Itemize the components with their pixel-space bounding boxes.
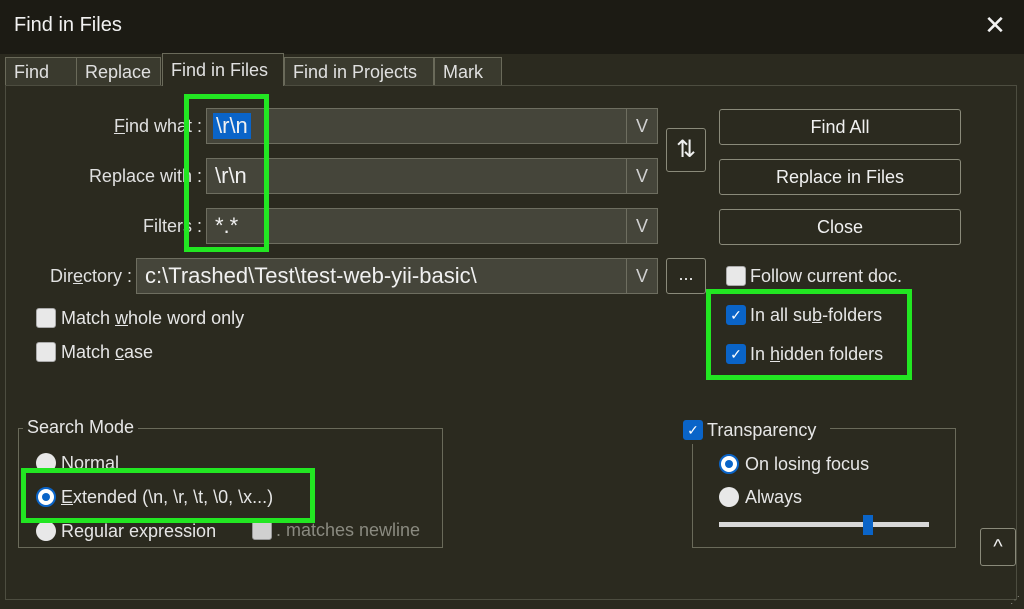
highlight-box-extended [21, 468, 315, 523]
highlight-box-folders [706, 289, 912, 380]
directory-combo[interactable]: c:\Trashed\Test\test-web-yii-basic\ V [136, 258, 658, 294]
close-window-icon[interactable]: ✕ [980, 10, 1010, 40]
highlight-box-fields [184, 94, 269, 252]
search-mode-title: Search Mode [23, 417, 139, 438]
browse-button[interactable]: ... [666, 258, 706, 294]
follow-current-doc-checkbox[interactable] [726, 266, 746, 286]
chevron-down-icon[interactable]: V [626, 109, 657, 143]
match-case-checkbox[interactable] [36, 342, 56, 362]
tab-mark[interactable]: Mark [434, 57, 502, 85]
directory-value: c:\Trashed\Test\test-web-yii-basic\ [145, 263, 477, 288]
matches-newline-label: . matches newline [276, 520, 421, 540]
find-all-button[interactable]: Find All [719, 109, 961, 145]
transparency-label: Transparency [707, 420, 817, 440]
title-bar [0, 0, 1024, 54]
replace-with-combo[interactable]: \r\n V [206, 158, 658, 194]
tab-find[interactable]: Find [5, 57, 77, 85]
filters-combo[interactable]: *.* V [206, 208, 658, 244]
transparency-checkbox[interactable]: ✓ [683, 420, 703, 440]
transparency-slider[interactable] [719, 522, 929, 527]
chevron-down-icon[interactable]: V [626, 259, 657, 293]
chevron-down-icon[interactable]: V [626, 209, 657, 243]
chevron-down-icon[interactable]: V [626, 159, 657, 193]
always-label: Always [745, 487, 803, 507]
close-button[interactable]: Close [719, 209, 961, 245]
follow-current-doc-label: Follow current doc. [750, 266, 903, 286]
match-case-label: Match case [61, 342, 154, 362]
window-title: Find in Files [14, 14, 122, 36]
directory-label: Directory : [49, 266, 132, 286]
swap-button[interactable]: ⇅ [666, 128, 706, 172]
tab-find-in-projects[interactable]: Find in Projects [284, 57, 434, 85]
filters-label: Filters : [142, 216, 202, 236]
transparency-slider-thumb[interactable] [863, 515, 874, 535]
match-whole-word-checkbox[interactable] [36, 308, 56, 328]
tab-find-in-files[interactable]: Find in Files [162, 53, 284, 86]
match-whole-word-label: Match whole word only [61, 308, 245, 328]
regular-expression-radio[interactable] [36, 521, 56, 541]
tab-replace[interactable]: Replace [76, 57, 161, 85]
always-radio[interactable] [719, 487, 739, 507]
replace-with-label: Replace with : [88, 166, 202, 186]
regular-expression-label: Regular expression [61, 521, 217, 541]
on-losing-focus-label: On losing focus [745, 454, 870, 474]
collapse-button[interactable]: ^ [980, 528, 1016, 566]
resize-grip-icon[interactable]: ⋰ [1010, 595, 1020, 606]
matches-newline-checkbox[interactable] [252, 520, 272, 540]
find-what-combo[interactable]: \r\n V [206, 108, 658, 144]
on-losing-focus-radio[interactable] [719, 454, 739, 474]
replace-in-files-button[interactable]: Replace in Files [719, 159, 961, 195]
find-what-label: Find what : [113, 116, 202, 136]
